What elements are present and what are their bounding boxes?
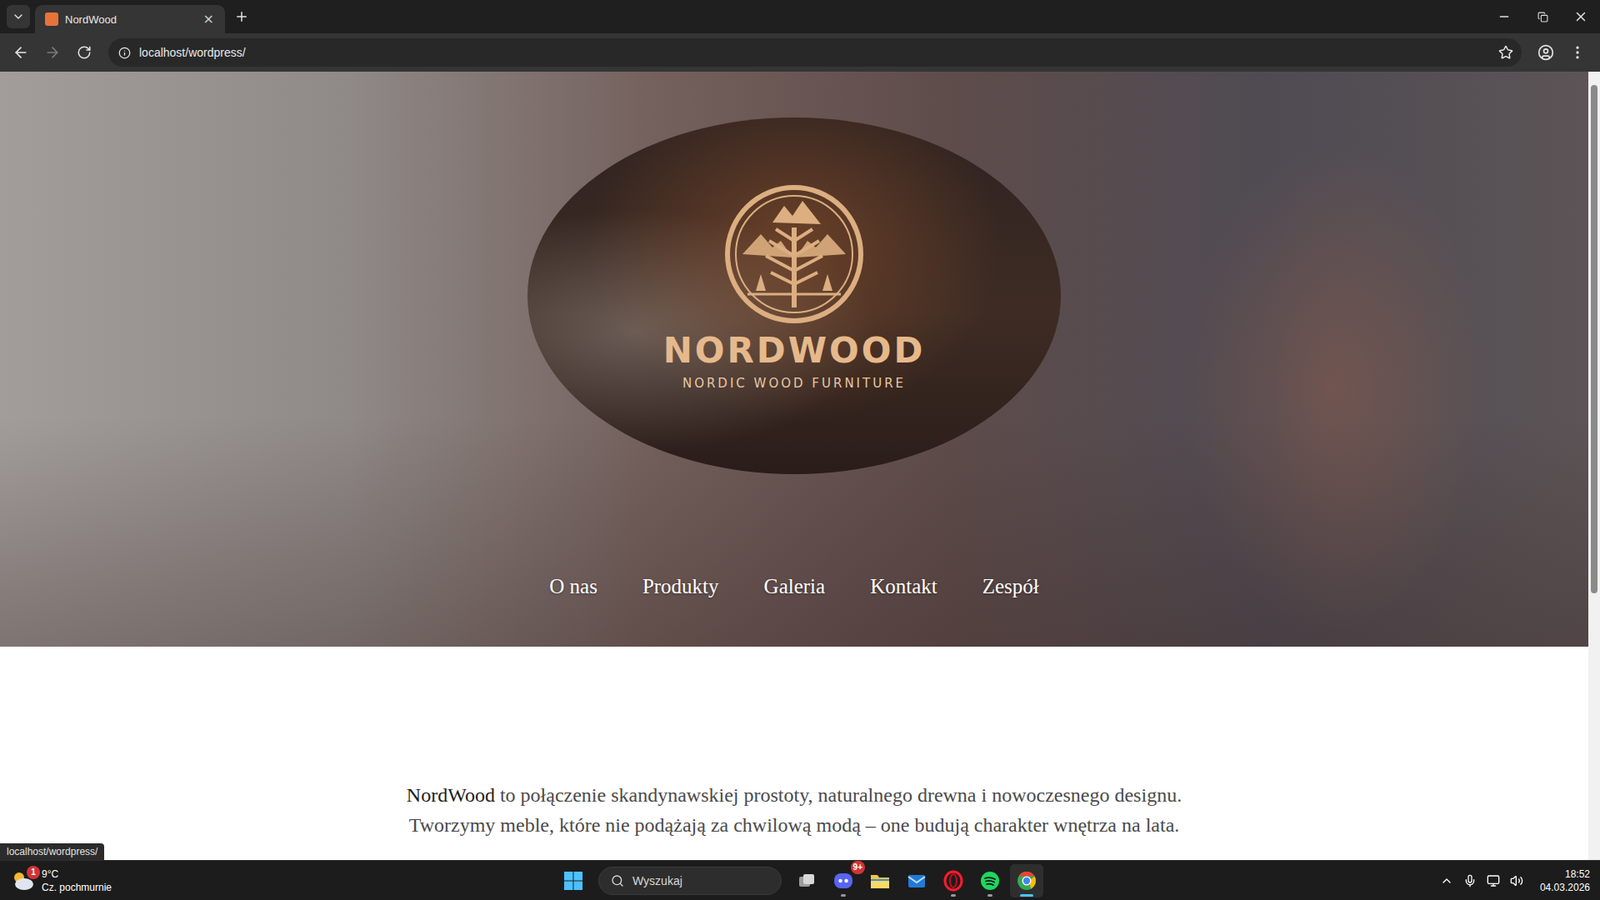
address-bar[interactable]: localhost/wordpress/: [108, 38, 1522, 67]
logo-tagline: NORDIC WOOD FURNITURE: [682, 375, 906, 391]
task-view-icon: [797, 871, 816, 890]
intro-section: NordWood to połączenie skandynawskiej pr…: [0, 646, 1589, 840]
bookmark-star-icon: [1498, 45, 1514, 60]
weather-desc: Cz. pochmurnie: [41, 880, 112, 895]
system-tray: 18:5204.03.2026: [1440, 867, 1590, 895]
reload-icon: [76, 45, 92, 60]
tab-close-button[interactable]: ×: [199, 10, 219, 28]
chrome-app-button[interactable]: [1010, 864, 1044, 898]
weather-widget[interactable]: 19°CCz. pochmurnie: [10, 867, 557, 895]
logo-name: NORDWOOD: [663, 330, 926, 371]
menu-button[interactable]: [1563, 38, 1592, 67]
chrome-icon: [1015, 870, 1038, 892]
forward-arrow-icon: [44, 44, 61, 61]
intro-line: Tworzymy meble, które nie podążają za ch…: [409, 810, 1180, 840]
close-icon: [1573, 9, 1589, 25]
scrollbar[interactable]: [1588, 71, 1600, 860]
volume-icon[interactable]: [1510, 874, 1524, 888]
favicon-icon: [45, 12, 59, 26]
clock-time: 18:52: [1565, 867, 1590, 881]
clock-date: 04.03.2026: [1540, 880, 1590, 895]
back-arrow-icon: [12, 44, 30, 61]
logo-image: NORDWOOD NORDIC WOOD FURNITURE: [527, 117, 1061, 475]
text-segment: to połączenie skandynawskiej prostoty, n…: [495, 784, 1182, 806]
intro-line: NordWood to połączenie skandynawskiej pr…: [406, 780, 1182, 810]
status-link-bubble: localhost/wordpress/: [0, 843, 105, 860]
mail-icon: [905, 870, 928, 892]
restore-button[interactable]: [1523, 0, 1562, 34]
window-controls: [1485, 0, 1600, 34]
weather-icon-box: 1: [10, 869, 35, 893]
search-icon: [610, 874, 625, 888]
running-indicator: [987, 894, 993, 897]
nav-link[interactable]: Produkty: [642, 572, 720, 601]
nav-link[interactable]: Zespół: [982, 572, 1040, 601]
running-indicator: [950, 894, 956, 897]
tab-search-button[interactable]: [6, 5, 30, 29]
search-placeholder: Wyszukaj: [632, 874, 683, 888]
site-info-icon: [118, 46, 131, 60]
weather-text: 9°CCz. pochmurnie: [41, 867, 112, 895]
url-text: localhost/wordpress/: [139, 45, 1490, 60]
spotify-icon: [979, 870, 1001, 892]
tab-title: NordWood: [65, 13, 193, 26]
taskbar: 19°CCz. pochmurnieWyszukaj9+18:5204.03.2…: [0, 860, 1600, 900]
hero-section: NORDWOOD NORDIC WOOD FURNITURE O nas Produk…: [0, 71, 1589, 647]
minimize-icon: [1497, 10, 1511, 24]
discord-icon: [832, 870, 855, 892]
files-app-button[interactable]: [863, 864, 897, 898]
forward-button[interactable]: [38, 38, 67, 67]
profile-button[interactable]: [1531, 38, 1560, 67]
opera-icon: [942, 870, 965, 892]
nav-link[interactable]: Kontakt: [870, 572, 938, 601]
running-indicator: [1020, 894, 1034, 897]
nav-link[interactable]: Galeria: [764, 572, 826, 601]
page-viewport: NORDWOOD NORDIC WOOD FURNITURE O nas Produk…: [0, 71, 1600, 860]
start-button[interactable]: [556, 864, 590, 898]
discord-app-button[interactable]: 9+: [826, 864, 860, 898]
windows-logo-icon: [563, 870, 584, 891]
taskview-app-button[interactable]: [790, 864, 824, 898]
reload-button[interactable]: [70, 38, 99, 67]
mail-app-button[interactable]: [900, 864, 934, 898]
minimize-button[interactable]: [1485, 0, 1524, 34]
spotify-app-button[interactable]: [973, 864, 1007, 898]
tray-overflow-icon[interactable]: [1440, 874, 1454, 888]
logo-emblem-icon: [722, 182, 866, 326]
chevron-down-icon: [11, 10, 25, 24]
microphone-icon[interactable]: [1463, 874, 1477, 888]
new-tab-button[interactable]: [230, 5, 254, 29]
weather-badge: 1: [26, 865, 40, 880]
text-segment: NordWood: [406, 784, 495, 806]
restore-icon: [1537, 11, 1549, 23]
clock[interactable]: 18:5204.03.2026: [1540, 867, 1590, 895]
running-indicator: [840, 894, 846, 897]
web-page: NORDWOOD NORDIC WOOD FURNITURE O nas Produk…: [0, 71, 1589, 860]
plus-icon: [234, 9, 250, 25]
nav-link[interactable]: O nas: [549, 572, 598, 601]
profile-icon: [1537, 44, 1555, 61]
menu-dots-icon: [1569, 44, 1586, 61]
opera-app-button[interactable]: [936, 864, 970, 898]
network-icon[interactable]: [1486, 874, 1500, 888]
scroll-thumb[interactable]: [1590, 85, 1598, 594]
text-segment: Tworzymy meble, które nie podążają za ch…: [409, 814, 1180, 836]
close-window-button[interactable]: [1561, 0, 1600, 34]
taskbar-search[interactable]: Wyszukaj: [598, 866, 782, 895]
main-nav: O nas Produkty Galeria Kontakt Zespół: [549, 572, 1039, 601]
weather-temp: 9°C: [41, 867, 112, 881]
browser-tab[interactable]: NordWood ×: [35, 5, 225, 34]
taskbar-apps: Wyszukaj 9+: [556, 864, 1044, 898]
screen: NordWood×localhost/wordpress/NORDWOODNOR…: [0, 0, 1600, 900]
file-explorer-icon: [869, 870, 891, 892]
back-button[interactable]: [6, 38, 35, 67]
tab-strip: NordWood ×: [0, 0, 1600, 34]
browser-toolbar: localhost/wordpress/: [0, 33, 1600, 72]
